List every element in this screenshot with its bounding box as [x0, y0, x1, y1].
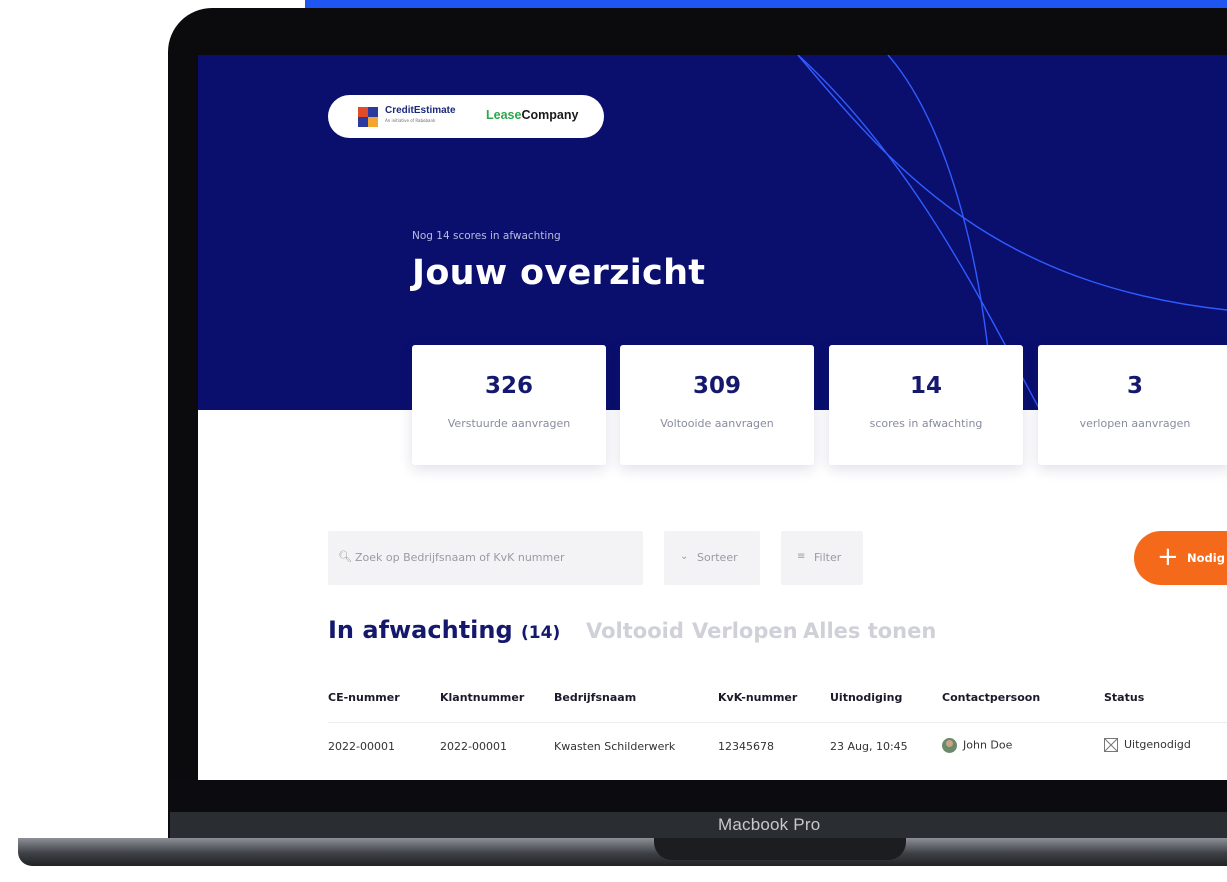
filter-button[interactable]: ≡ Filter — [781, 531, 863, 585]
cell-client-number: 2022-00001 — [440, 740, 507, 753]
sort-button[interactable]: ⌄ Sorteer — [664, 531, 760, 585]
table-divider — [328, 722, 1227, 723]
laptop-base — [18, 838, 1227, 866]
creditestimate-logo-text: CreditEstimate — [385, 105, 456, 116]
stat-value: 14 — [909, 373, 942, 399]
tab-completed[interactable]: Voltooid — [586, 619, 684, 643]
column-header-ce-number[interactable]: CE-nummer — [328, 691, 400, 704]
envelope-icon — [1104, 738, 1118, 752]
cell-ce-number: 2022-00001 — [328, 740, 395, 753]
column-header-kvk-number[interactable]: KvK-nummer — [718, 691, 797, 704]
chevron-down-icon: ⌄ — [680, 551, 689, 562]
status-badge: Uitgenodigd — [1124, 738, 1191, 751]
stat-label: verlopen aanvragen — [1079, 417, 1191, 430]
sort-label: Sorteer — [697, 551, 738, 564]
brand-logos: CreditEstimate An initiative of Rabobank… — [328, 95, 604, 138]
column-header-client-number[interactable]: Klantnummer — [440, 691, 524, 704]
cell-status: Uitgenodigd — [1104, 738, 1191, 752]
tab-show-all[interactable]: Alles tonen — [803, 619, 936, 643]
leasecompany-logo: LeaseCompany — [486, 108, 579, 122]
stat-card-pending: 14 scores in afwachting — [829, 345, 1023, 465]
stat-value: 326 — [484, 373, 533, 399]
search-placeholder: Zoek op Bedrijfsnaam of KvK nummer — [355, 551, 565, 564]
stat-card-expired: 3 verlopen aanvragen — [1038, 345, 1227, 465]
laptop-bottom-bezel — [168, 780, 1227, 812]
creditestimate-logo-icon — [358, 107, 378, 127]
avatar — [942, 738, 957, 753]
page-title: Jouw overzicht — [412, 253, 706, 293]
invite-button[interactable]: + Nodig — [1134, 531, 1227, 585]
cell-company-name[interactable]: Kwasten Schilderwerk — [554, 740, 675, 753]
cell-kvk-number: 12345678 — [718, 740, 774, 753]
search-icon: 🔍︎ — [338, 550, 352, 563]
stat-label: Voltooide aanvragen — [660, 417, 774, 430]
filter-icon: ≡ — [797, 551, 806, 562]
stat-card-sent: 326 Verstuurde aanvragen — [412, 345, 606, 465]
column-header-invitation[interactable]: Uitnodiging — [830, 691, 902, 704]
search-input[interactable]: 🔍︎ Zoek op Bedrijfsnaam of KvK nummer — [328, 531, 643, 585]
tab-pending[interactable]: In afwachting (14) — [328, 616, 560, 644]
plus-icon: + — [1157, 542, 1179, 572]
app-screen: CreditEstimate An initiative of Rabobank… — [198, 55, 1227, 780]
stat-value: 309 — [692, 373, 741, 399]
cell-invitation-date: 23 Aug, 10:45 — [830, 740, 908, 753]
filter-label: Filter — [814, 551, 842, 564]
invite-label: Nodig — [1187, 551, 1225, 565]
tab-pending-count: (14) — [521, 623, 561, 643]
creditestimate-logo-subtext: An initiative of Rabobank — [385, 118, 436, 123]
laptop-hinge — [170, 812, 1227, 838]
stat-label: scores in afwachting — [869, 417, 983, 430]
device-label: Macbook Pro — [718, 815, 821, 834]
stat-label: Verstuurde aanvragen — [447, 417, 571, 430]
laptop-notch — [654, 838, 906, 860]
column-header-contact-person[interactable]: Contactpersoon — [942, 691, 1040, 704]
column-header-status[interactable]: Status — [1104, 691, 1144, 704]
column-header-company-name[interactable]: Bedrijfsnaam — [554, 691, 636, 704]
stat-value: 3 — [1126, 373, 1143, 399]
stat-card-completed: 309 Voltooide aanvragen — [620, 345, 814, 465]
pending-scores-subtitle: Nog 14 scores in afwachting — [412, 230, 561, 242]
tab-expired[interactable]: Verlopen — [692, 619, 798, 643]
cell-contact-person: John Doe — [942, 738, 1012, 753]
